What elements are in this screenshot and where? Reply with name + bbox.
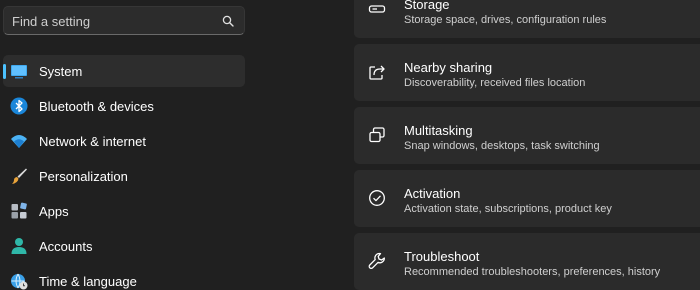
sidebar-item-label: Bluetooth & devices [39,99,154,114]
card-description: Storage space, drives, configuration rul… [404,14,607,26]
sidebar-item-label: Network & internet [39,134,146,149]
storage-icon [368,5,386,13]
card-title: Storage [404,0,450,12]
wrench-icon [368,252,385,269]
sidebar-item-accounts[interactable]: Accounts [3,230,245,262]
multitasking-icon [369,127,385,143]
card-title: Nearby sharing [404,60,493,75]
search-input[interactable]: Find a setting [12,14,90,29]
card-description: Discoverability, received files location [404,77,586,89]
search-box[interactable]: Find a setting [3,6,245,35]
paintbrush-icon [12,168,27,184]
selection-indicator [3,64,6,79]
sidebar-item-label: Accounts [39,239,93,254]
card-title: Multitasking [404,123,473,138]
sidebar-item-apps[interactable]: Apps [3,195,245,227]
card-title: Activation [404,186,461,201]
sidebar-item-label: Time & language [39,274,137,289]
card-activation[interactable]: Activation Activation state, subscriptio… [354,170,700,227]
bluetooth-icon [10,97,28,115]
checkmark-circle-icon [369,190,385,206]
card-title: Troubleshoot [404,249,480,264]
card-description: Activation state, subscriptions, product… [404,203,612,215]
sidebar-item-label: Personalization [39,169,128,184]
sidebar-item-label: System [39,64,83,79]
wifi-icon [11,135,27,148]
sidebar-item-label: Apps [39,204,69,219]
card-description: Snap windows, desktops, task switching [404,140,600,152]
sidebar-item-system[interactable]: System [3,55,245,87]
sidebar-item-bluetooth[interactable]: Bluetooth & devices [3,90,245,122]
card-multitasking[interactable]: Multitasking Snap windows, desktops, tas… [354,107,700,164]
share-icon [369,65,385,80]
card-description: Recommended troubleshooters, preferences… [404,266,661,278]
card-troubleshoot[interactable]: Troubleshoot Recommended troubleshooters… [354,233,700,290]
sidebar-item-time-language[interactable]: Time & language [3,265,245,290]
monitor-icon [11,65,27,79]
settings-window: Find a setting System Bluetooth & device… [0,0,700,290]
sidebar-item-network[interactable]: Network & internet [3,125,245,157]
person-icon [11,238,27,254]
apps-icon [11,202,27,219]
search-icon[interactable] [222,15,234,27]
card-nearby-sharing[interactable]: Nearby sharing Discoverability, received… [354,44,700,101]
globe-clock-icon [11,273,28,290]
card-storage[interactable]: Storage Storage space, drives, configura… [354,0,700,38]
sidebar-item-personalization[interactable]: Personalization [3,160,245,192]
